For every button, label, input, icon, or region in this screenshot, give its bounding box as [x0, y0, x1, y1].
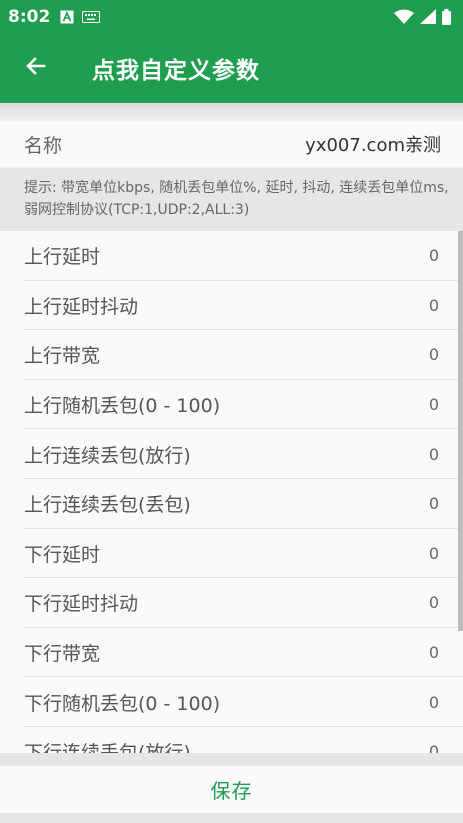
hint-text: 提示: 带宽单位kbps, 随机丢包单位%, 延时, 抖动, 连续丢包单位ms,…	[0, 168, 463, 231]
screen: 8:02 点我自定义参数 名称 yx007.com亲测 提示: 带宽单位kbps…	[0, 0, 463, 823]
param-row[interactable]: 下行延时抖动 0	[0, 578, 463, 628]
param-label: 上行随机丢包(0 - 100)	[24, 395, 221, 418]
param-value[interactable]: 0	[429, 742, 439, 753]
param-value[interactable]: 0	[429, 494, 439, 513]
param-value[interactable]: 0	[429, 395, 439, 414]
param-row[interactable]: 上行延时 0	[0, 231, 463, 281]
app-bar: 点我自定义参数	[0, 33, 463, 103]
footer-divider	[0, 753, 463, 765]
param-label: 下行延时抖动	[24, 593, 139, 616]
parameter-list[interactable]: 上行延时 0 上行延时抖动 0 上行带宽 0 上行随机丢包(0 - 100) 0 上行连…	[0, 231, 463, 753]
appbar-shadow	[0, 103, 463, 121]
param-row[interactable]: 下行连续丢包(放行) 0	[0, 727, 463, 753]
param-label: 下行带宽	[24, 643, 101, 666]
param-label: 下行连续丢包(放行)	[24, 738, 191, 753]
param-value[interactable]: 0	[429, 593, 439, 612]
name-label: 名称	[24, 134, 63, 157]
app-a-icon	[60, 10, 74, 24]
param-label: 上行连续丢包(丢包)	[24, 494, 191, 517]
battery-icon	[442, 8, 451, 25]
param-label: 上行连续丢包(放行)	[24, 444, 191, 467]
list-scrollbar[interactable]	[458, 231, 463, 631]
param-label: 下行随机丢包(0 - 100)	[24, 692, 221, 715]
param-value[interactable]: 0	[429, 693, 439, 712]
param-row[interactable]: 下行带宽 0	[0, 628, 463, 678]
param-row[interactable]: 上行连续丢包(放行) 0	[0, 429, 463, 479]
page-title: 点我自定义参数	[92, 58, 260, 84]
back-button[interactable]	[0, 33, 72, 103]
param-row[interactable]: 上行连续丢包(丢包) 0	[0, 479, 463, 529]
param-label: 上行延时	[24, 246, 101, 269]
param-row[interactable]: 上行随机丢包(0 - 100) 0	[0, 380, 463, 430]
status-bar: 8:02	[0, 0, 463, 33]
status-right	[392, 8, 455, 25]
param-label: 上行带宽	[24, 345, 101, 368]
param-value[interactable]: 0	[429, 445, 439, 464]
keyboard-icon	[82, 10, 101, 23]
param-row[interactable]: 上行带宽 0	[0, 330, 463, 380]
param-value[interactable]: 0	[429, 643, 439, 662]
param-value[interactable]: 0	[429, 296, 439, 315]
back-arrow-icon	[24, 54, 48, 82]
param-row[interactable]: 上行延时抖动 0	[0, 281, 463, 331]
param-row[interactable]: 下行随机丢包(0 - 100) 0	[0, 677, 463, 727]
param-label: 上行延时抖动	[24, 295, 139, 318]
param-value[interactable]: 0	[429, 544, 439, 563]
signal-icon	[420, 9, 436, 24]
param-value[interactable]: 0	[429, 345, 439, 364]
param-row[interactable]: 下行延时 0	[0, 529, 463, 579]
wifi-icon	[394, 9, 414, 24]
status-time: 8:02	[8, 6, 51, 27]
param-label: 下行延时	[24, 543, 101, 566]
param-value[interactable]: 0	[429, 246, 439, 265]
name-row[interactable]: 名称 yx007.com亲测	[0, 121, 463, 167]
save-button[interactable]: 保存	[211, 775, 253, 804]
save-bar: 保存	[0, 765, 463, 813]
name-value[interactable]: yx007.com亲测	[305, 131, 441, 157]
bottom-strip	[0, 813, 463, 823]
